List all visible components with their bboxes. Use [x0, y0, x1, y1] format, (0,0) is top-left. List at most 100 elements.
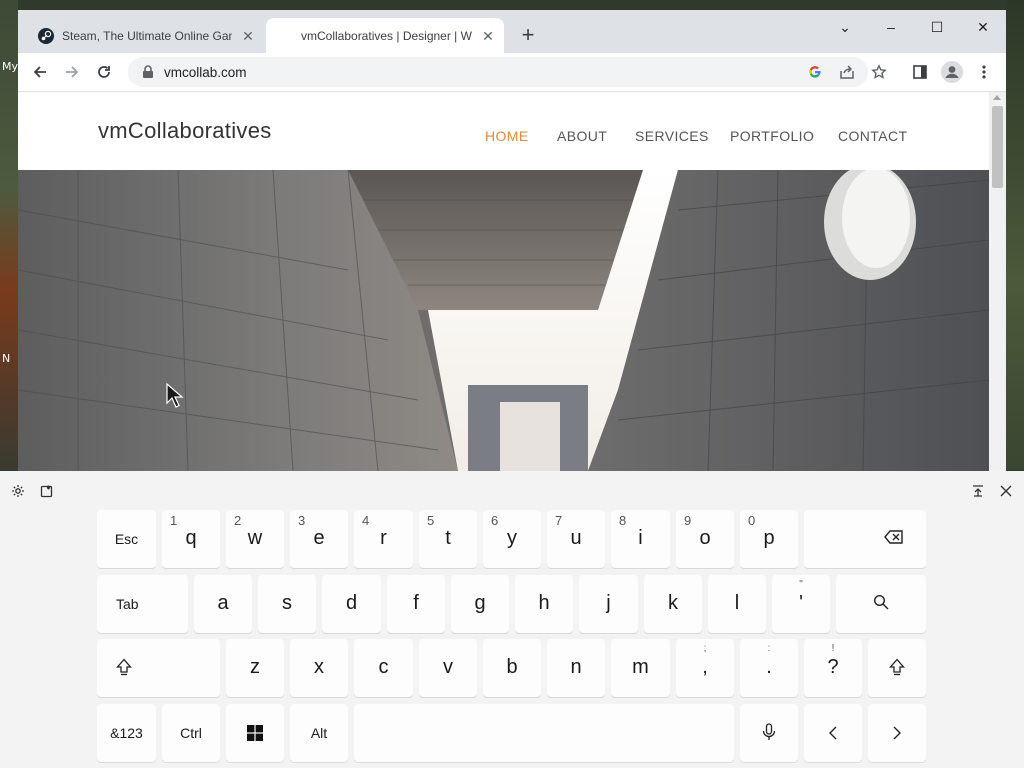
key-f[interactable]: f	[387, 575, 445, 633]
key-h[interactable]: h	[515, 575, 573, 633]
close-window-button[interactable]: ✕	[960, 14, 1006, 40]
tab-vmcollaboratives[interactable]: vmCollaboratives | Designer | We ✕	[266, 18, 504, 53]
key-apostrophe[interactable]: " '	[772, 575, 830, 633]
maximize-button[interactable]: ☐	[914, 14, 960, 40]
desktop-background-right	[1006, 0, 1024, 470]
key-m[interactable]: m	[611, 639, 670, 697]
key-hint: ;	[703, 643, 707, 654]
key-r[interactable]: 4r	[354, 510, 413, 568]
tab-strip: Steam, The Ultimate Online Gam ✕ vmColla…	[18, 10, 1006, 53]
side-panel-button[interactable]	[906, 58, 934, 86]
back-button[interactable]	[26, 58, 54, 86]
key-i[interactable]: 8i	[611, 510, 670, 568]
key-ctrl[interactable]: Ctrl	[162, 704, 220, 762]
new-tab-button[interactable]: +	[516, 23, 540, 47]
search-icon	[836, 594, 926, 610]
key-backspace[interactable]	[804, 510, 926, 568]
share-icon[interactable]	[838, 63, 856, 81]
emoji-clipboard-icon[interactable]	[39, 483, 55, 499]
key-t[interactable]: 5t	[419, 510, 477, 568]
key-left-arrow[interactable]	[804, 704, 862, 762]
key-space[interactable]	[354, 704, 734, 762]
nav-contact[interactable]: CONTACT	[838, 128, 907, 144]
key-q[interactable]: 1q	[162, 510, 220, 568]
key-j[interactable]: j	[579, 575, 638, 633]
address-bar[interactable]: vmcollab.com	[128, 57, 887, 87]
key-esc[interactable]: Esc	[97, 510, 156, 568]
hero-image	[18, 170, 989, 471]
key-period[interactable]: :.	[740, 639, 798, 697]
key-symbols[interactable]: &123	[97, 704, 156, 762]
close-keyboard-icon[interactable]	[998, 483, 1014, 499]
key-p[interactable]: 0p	[740, 510, 798, 568]
key-search[interactable]	[836, 575, 926, 633]
key-shift-left[interactable]	[97, 639, 220, 697]
backspace-icon	[804, 529, 926, 545]
key-windows[interactable]	[226, 704, 284, 762]
key-o[interactable]: 9o	[676, 510, 734, 568]
key-c[interactable]: c	[354, 639, 413, 697]
key-v[interactable]: v	[419, 639, 477, 697]
key-k[interactable]: k	[644, 575, 702, 633]
key-hint: 8	[619, 513, 627, 528]
windows-icon	[226, 725, 284, 741]
google-icon[interactable]	[806, 63, 824, 81]
key-s[interactable]: s	[258, 575, 316, 633]
key-tab[interactable]: Tab	[97, 575, 188, 633]
scroll-thumb[interactable]	[992, 106, 1003, 188]
nav-portfolio[interactable]: PORTFOLIO	[730, 128, 814, 144]
key-label: h	[538, 592, 550, 614]
profile-button[interactable]	[938, 58, 966, 86]
close-icon[interactable]: ✕	[240, 28, 256, 44]
settings-icon[interactable]	[10, 483, 26, 499]
key-label: b	[506, 656, 518, 678]
key-e[interactable]: 3e	[290, 510, 348, 568]
key-question[interactable]: !?	[804, 639, 862, 697]
key-hint: 4	[362, 513, 370, 528]
nav-about[interactable]: ABOUT	[557, 128, 607, 144]
menu-button[interactable]	[970, 58, 998, 86]
close-icon[interactable]: ✕	[480, 28, 496, 44]
tab-search-button[interactable]: ⌄	[822, 14, 868, 40]
key-microphone[interactable]	[740, 704, 798, 762]
key-n[interactable]: n	[547, 639, 605, 697]
page-scrollbar[interactable]	[989, 92, 1006, 471]
browser-toolbar: vmcollab.com	[18, 53, 1006, 92]
dock-keyboard-icon[interactable]	[970, 483, 986, 499]
touch-keyboard: Esc 1q 2w 3e 4r 5t 6y 7u 8i 9o 0p Tab a …	[0, 471, 1024, 768]
key-hint: 3	[298, 513, 306, 528]
key-u[interactable]: 7u	[547, 510, 605, 568]
key-label: Tab	[116, 596, 139, 612]
key-y[interactable]: 6y	[483, 510, 541, 568]
key-label: y	[507, 527, 517, 549]
bookmark-star-icon[interactable]	[870, 63, 888, 81]
nav-services[interactable]: SERVICES	[635, 128, 709, 144]
key-right-arrow[interactable]	[868, 704, 926, 762]
key-z[interactable]: z	[226, 639, 284, 697]
key-x[interactable]: x	[290, 639, 348, 697]
key-d[interactable]: d	[322, 575, 381, 633]
tab-steam[interactable]: Steam, The Ultimate Online Gam ✕	[26, 18, 264, 53]
key-a[interactable]: a	[194, 575, 252, 633]
key-label: ?	[827, 656, 839, 678]
chevron-right-icon	[868, 726, 926, 740]
key-alt[interactable]: Alt	[290, 704, 348, 762]
key-comma[interactable]: ;,	[676, 639, 734, 697]
key-w[interactable]: 2w	[226, 510, 284, 568]
key-g[interactable]: g	[451, 575, 509, 633]
nav-home[interactable]: HOME	[485, 128, 529, 144]
forward-button[interactable]	[58, 58, 86, 86]
key-l[interactable]: l	[708, 575, 766, 633]
key-hint: !	[831, 643, 835, 654]
minimize-button[interactable]: –	[868, 14, 914, 40]
key-label: q	[185, 527, 197, 549]
reload-button[interactable]	[90, 58, 118, 86]
key-b[interactable]: b	[483, 639, 541, 697]
key-shift-right[interactable]	[868, 639, 926, 697]
key-label: e	[313, 527, 325, 549]
key-hint: "	[799, 579, 803, 590]
key-label: j	[606, 592, 611, 614]
key-label: ,	[702, 656, 708, 678]
site-logo[interactable]: vmCollaboratives	[98, 118, 272, 144]
scroll-up-icon[interactable]	[993, 95, 1001, 100]
